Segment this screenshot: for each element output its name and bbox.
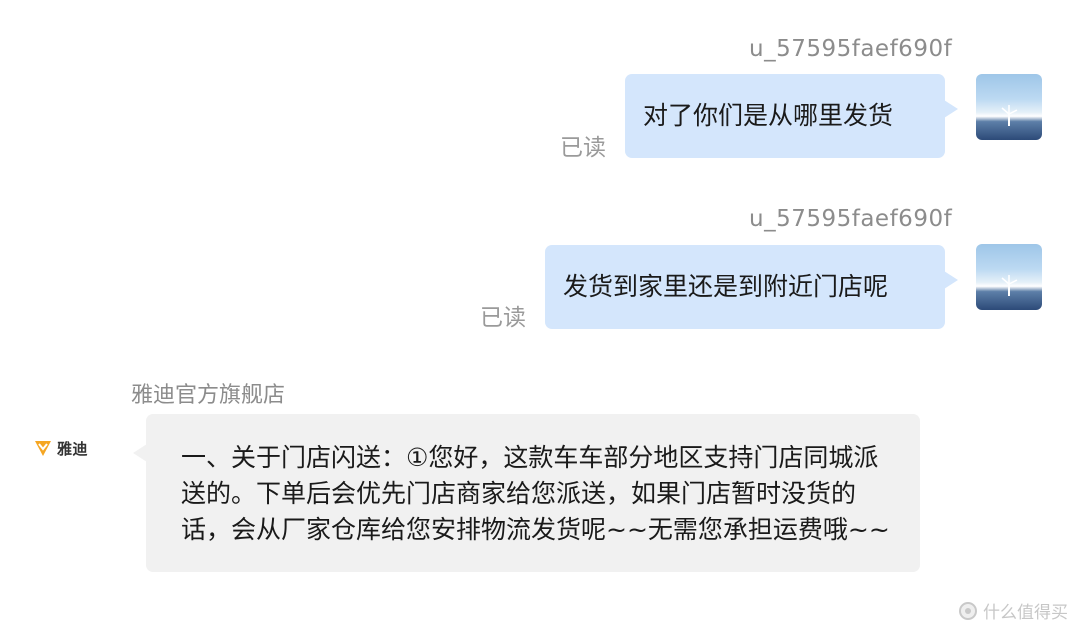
read-status: 已读 [560,135,606,161]
user-avatar[interactable] [976,74,1042,140]
landscape-avatar-icon [1001,275,1018,296]
message-text: 发货到家里还是到附近门店呢 [563,272,889,301]
message-text: 一、关于门店闪送：①您好，这款车车部分地区支持门店同城派送的。下单后会优先门店商… [181,443,890,544]
shop-name: 雅迪官方旗舰店 [131,383,286,408]
watermark: 什么值得买 [959,598,1068,623]
read-status: 已读 [480,305,526,331]
sender-username: u_57595faef690f [749,206,953,232]
user-avatar[interactable] [976,244,1042,310]
sender-username: u_57595faef690f [749,36,953,62]
message-text: 对了你们是从哪里发货 [643,101,894,130]
landscape-avatar-icon [1001,105,1018,126]
watermark-text: 什么值得买 [983,603,1068,623]
incoming-message-bubble[interactable]: 一、关于门店闪送：①您好，这款车车部分地区支持门店同城派送的。下单后会优先门店商… [133,414,920,572]
shop-logo-text: 雅迪 [57,439,89,458]
shop-avatar[interactable]: 雅迪 [33,436,88,460]
yadea-logo-icon [35,441,51,456]
outgoing-message-bubble[interactable]: 对了你们是从哪里发货 [625,74,958,158]
zhidemai-logo-icon [959,601,977,620]
outgoing-message-bubble[interactable]: 发货到家里还是到附近门店呢 [545,245,958,329]
